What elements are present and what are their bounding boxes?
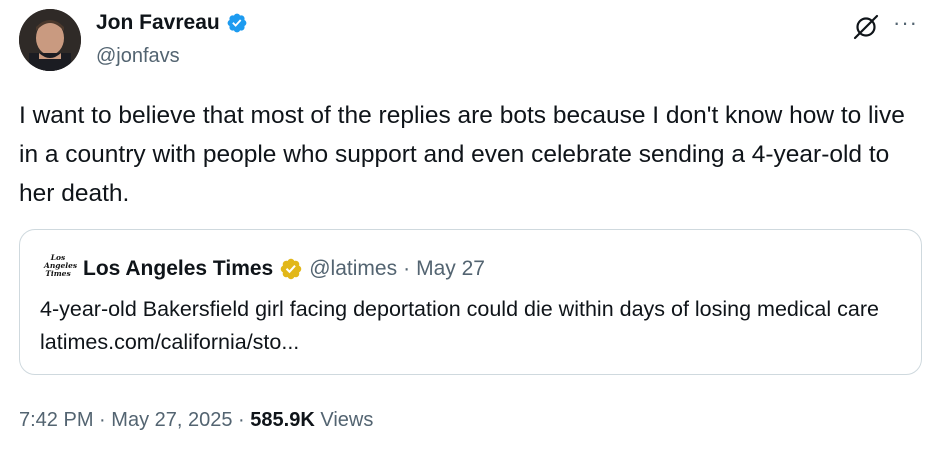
quote-author-name[interactable]: Los Angeles Times bbox=[83, 256, 273, 282]
views-label: Views bbox=[320, 409, 374, 431]
author-handle[interactable]: @jonfavs bbox=[96, 43, 180, 69]
quote-text: 4-year-old Bakersfield girl facing depor… bbox=[40, 297, 879, 354]
more-options-icon[interactable]: ··· bbox=[893, 10, 918, 36]
meta-separator: · bbox=[238, 409, 245, 431]
tweet-time[interactable]: 7:42 PM bbox=[19, 409, 93, 431]
quote-header: Los Angeles Times @latimes · May 27 bbox=[83, 256, 485, 282]
verified-gold-badge-icon[interactable] bbox=[279, 257, 303, 281]
author-display-name[interactable]: Jon Favreau bbox=[96, 10, 220, 36]
views-count: 585.9K bbox=[250, 409, 315, 431]
latimes-logo: Los Angeles Times bbox=[44, 253, 78, 278]
tweet-date[interactable]: May 27, 2025 bbox=[111, 409, 232, 431]
avatar-image bbox=[19, 9, 81, 71]
tweet-meta-row: 7:42 PM · May 27, 2025 · 585.9K Views bbox=[19, 406, 373, 434]
verified-badge-icon[interactable] bbox=[226, 12, 248, 34]
quote-author-handle[interactable]: @latimes bbox=[309, 256, 397, 282]
grok-icon[interactable] bbox=[852, 13, 880, 41]
quote-date[interactable]: May 27 bbox=[416, 256, 485, 282]
meta-separator: · bbox=[99, 409, 106, 431]
author-name-row[interactable]: Jon Favreau bbox=[96, 10, 248, 36]
quote-tweet-card[interactable]: Los Angeles Times Los Angeles Times @latim… bbox=[19, 229, 922, 375]
avatar[interactable] bbox=[19, 9, 81, 71]
quote-separator: · bbox=[403, 257, 411, 280]
tweet-text: I want to believe that most of the repli… bbox=[19, 102, 905, 207]
